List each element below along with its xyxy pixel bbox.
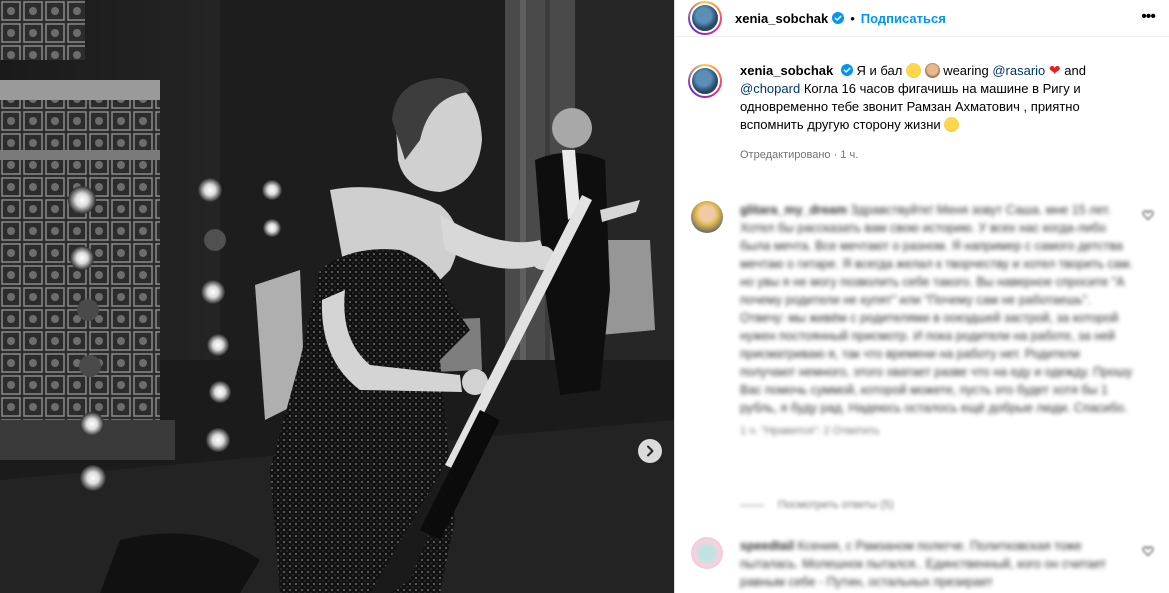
laughing-emoji-icon	[905, 63, 921, 78]
mention-chopard[interactable]: @chopard	[740, 81, 800, 96]
comment-text: Ксения, с Рамзаном полегче. Политковская…	[740, 539, 1107, 589]
chevron-right-icon	[647, 445, 654, 457]
commenter-username[interactable]: speedtail	[740, 539, 794, 553]
commenter-username[interactable]: glitara_my_dream	[740, 203, 847, 217]
caption-time[interactable]: 1 ч.	[840, 149, 858, 161]
replies-divider	[740, 504, 764, 506]
commenter-avatar[interactable]	[691, 537, 723, 569]
caption-text-block: xenia_sobchak Я и бал wearing @rasario ❤…	[740, 61, 1145, 164]
view-replies-button[interactable]: Посмотреть ответы (5)	[740, 499, 894, 511]
verified-badge-icon	[840, 64, 853, 76]
heart-icon[interactable]	[1142, 209, 1154, 221]
post-caption: xenia_sobchak Я и бал wearing @rasario ❤…	[688, 61, 1145, 164]
caption-text-start: Я и бал	[856, 63, 903, 78]
comment-item: speedtail Ксения, с Рамзаном полегче. По…	[691, 537, 1156, 591]
caption-meta: Отредактировано · 1 ч.	[740, 146, 1145, 164]
photo-scene	[0, 0, 674, 593]
follow-button[interactable]: Подписаться	[861, 11, 946, 26]
next-photo-button[interactable]	[638, 439, 662, 463]
view-replies-label: Посмотреть ответы (5)	[778, 499, 894, 511]
author-username[interactable]: xenia_sobchak	[735, 11, 828, 26]
separator-dot: •	[850, 10, 855, 26]
comment-body: glitara_my_dream Здравствуйте! Меня зову…	[740, 201, 1135, 417]
post-header: xenia_sobchak • Подписаться •••	[675, 0, 1169, 37]
caption-username[interactable]: xenia_sobchak	[740, 63, 833, 78]
mention-rasario[interactable]: @rasario	[992, 63, 1045, 78]
edited-label: Отредактировано	[740, 149, 831, 161]
comment-body: speedtail Ксения, с Рамзаном полегче. По…	[740, 537, 1135, 591]
monkey-emoji-icon	[924, 63, 940, 78]
more-options-icon[interactable]: •••	[1141, 9, 1156, 25]
heart-emoji-icon: ❤	[1048, 62, 1061, 78]
comment-text: Здравствуйте! Меня зовут Саша. мне 15 ле…	[740, 203, 1133, 415]
comment-item: glitara_my_dream Здравствуйте! Меня зову…	[691, 201, 1156, 437]
smile-emoji-icon	[944, 117, 960, 132]
comment-meta[interactable]: 1 ч. "Нравится": 2 Ответить	[740, 425, 1135, 437]
caption-wearing: wearing	[943, 63, 989, 78]
caption-and: and	[1064, 63, 1086, 78]
post-photo[interactable]	[0, 0, 674, 593]
commenter-avatar[interactable]	[691, 201, 723, 233]
caption-author-avatar[interactable]	[688, 64, 722, 98]
post-viewer: xenia_sobchak • Подписаться ••• xenia_so…	[0, 0, 1169, 593]
verified-badge-icon	[832, 12, 845, 24]
heart-icon[interactable]	[1142, 545, 1154, 557]
author-avatar[interactable]	[688, 1, 722, 35]
post-details-pane: xenia_sobchak • Подписаться ••• xenia_so…	[674, 0, 1169, 593]
